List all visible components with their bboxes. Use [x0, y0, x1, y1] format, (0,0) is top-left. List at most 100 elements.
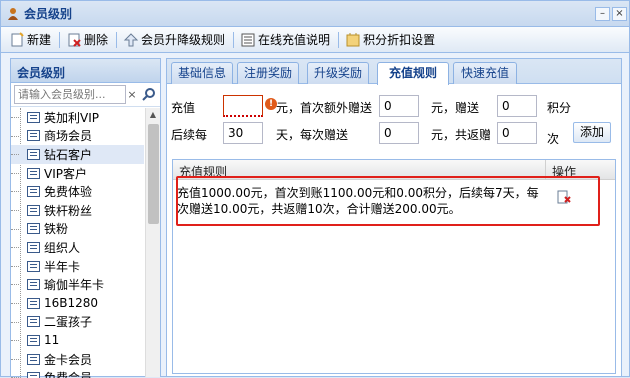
tree-item-label: 钻石客户 [44, 147, 93, 162]
delete-icon [68, 33, 81, 47]
recharge-amount-input[interactable] [223, 95, 263, 117]
recharge-help-label: 在线充值说明 [258, 33, 331, 47]
recharge-label: 充值 [171, 101, 196, 115]
tree-item-selected[interactable]: 钻石客户 [11, 145, 144, 164]
level-icon [27, 111, 40, 123]
tree-item[interactable]: VIP客户 [11, 164, 144, 183]
tab-register-reward[interactable]: 注册奖励 [237, 62, 299, 84]
tree-item-label: 铁粉 [44, 222, 69, 237]
scroll-thumb[interactable] [148, 124, 159, 224]
tree-item-label: 瑜伽半年卡 [44, 278, 105, 293]
first-gift-label: 元，首次额外赠送 [276, 101, 373, 115]
tree-item[interactable]: 免费体验 [11, 182, 144, 201]
tree-item-label: 免费体验 [44, 185, 93, 200]
points-label: 积分 [547, 101, 572, 115]
level-icon [27, 167, 40, 179]
new-icon [11, 31, 24, 46]
upgrade-icon [123, 32, 139, 46]
tree-item-label: 组织人 [44, 240, 81, 255]
upgrade-rule-button[interactable]: 会员升降级规则 [123, 30, 225, 50]
tree-item-label: 二蛋孩子 [44, 315, 93, 330]
toolbar-divider [233, 31, 235, 48]
window-title: 会员级别 [24, 7, 73, 21]
each-gift-input[interactable] [379, 122, 419, 144]
tree-item[interactable]: 组织人 [11, 238, 144, 257]
tab-recharge-rules[interactable]: 充值规则 [377, 62, 449, 85]
points-icon [346, 32, 360, 46]
times-input[interactable] [497, 122, 537, 144]
upgrade-rule-label: 会员升降级规则 [141, 33, 226, 47]
toolbar-divider [116, 31, 118, 48]
tree-item-label: 金卡会员 [44, 352, 93, 367]
tree-connector [11, 247, 19, 249]
level-icon [27, 353, 40, 365]
gift-label: 元，赠送 [431, 101, 480, 115]
level-icon [27, 186, 40, 198]
tree-connector [11, 117, 19, 118]
points-discount-label: 积分折扣设置 [363, 33, 436, 47]
search-row: × [11, 83, 160, 107]
tree-item-label: 英加利VIP [44, 110, 99, 125]
tree-item[interactable]: 金卡会员 [11, 350, 144, 369]
tree-connector [11, 302, 19, 304]
tree-item[interactable]: 英加利VIP [11, 108, 144, 127]
tree-item[interactable]: 11 [11, 331, 144, 350]
tree-item[interactable]: 铁杆粉丝 [11, 201, 144, 220]
level-icon [27, 279, 40, 291]
toolbar-divider [338, 31, 340, 48]
days-input[interactable] [223, 122, 263, 144]
tree-connector [11, 209, 19, 211]
level-icon [27, 223, 40, 235]
tree-item[interactable]: 瑜伽半年卡 [11, 275, 144, 294]
new-button[interactable]: 新建 [9, 30, 51, 50]
tree-item[interactable]: 铁粉 [11, 220, 144, 239]
level-icon [27, 204, 40, 216]
level-tree: 英加利VIP 商场会员 钻石客户 VIP客户 免费体验 铁杆粉丝 铁粉 组织人 … [11, 108, 144, 378]
tree-connector [11, 228, 19, 230]
tab-basic-info[interactable]: 基础信息 [171, 62, 233, 84]
level-icon [27, 334, 40, 346]
level-icon [27, 372, 40, 378]
times-label: 次 [547, 132, 560, 146]
tree-connector [11, 340, 19, 342]
tree-item[interactable]: 半年卡 [11, 257, 144, 276]
level-icon [27, 316, 40, 328]
tree-connector [11, 321, 19, 323]
highlight-box [176, 176, 600, 226]
tree-connector [11, 265, 19, 267]
recharge-help-button[interactable]: 在线充值说明 [240, 30, 330, 50]
tree-connector [11, 172, 19, 174]
app-icon [8, 7, 18, 20]
tree-item-label: 16B1280 [44, 296, 99, 311]
minimize-button[interactable]: – [595, 7, 610, 21]
search-icon[interactable] [141, 87, 157, 103]
tab-quick-recharge[interactable]: 快速充值 [453, 62, 517, 84]
toolbar: 新建 删除 会员升降级规则 在线充值说明 积分折扣设置 [1, 27, 629, 53]
tab-upgrade-reward[interactable]: 升级奖励 [307, 62, 369, 84]
tree-scrollbar[interactable]: ▲ [145, 108, 160, 377]
tab-bar: 基础信息 注册奖励 升级奖励 充值规则 快速充值 [167, 59, 621, 85]
scroll-up-arrow[interactable]: ▲ [146, 108, 160, 122]
total-return-label: 元，共返赠 [431, 128, 492, 142]
close-button[interactable]: × [612, 7, 627, 21]
tree-connector [11, 154, 19, 156]
tree-item-label: 铁杆粉丝 [44, 203, 93, 218]
tree-connector [11, 135, 19, 137]
follow-label: 后续每 [171, 128, 208, 142]
first-gift-input[interactable] [379, 95, 419, 117]
search-input[interactable] [14, 85, 126, 104]
points-input[interactable] [497, 95, 537, 117]
tree-item[interactable]: 商场会员 [11, 127, 144, 146]
tree-item[interactable]: 二蛋孩子 [11, 313, 144, 332]
delete-button[interactable]: 删除 [66, 30, 108, 50]
title-bar: 会员级别 – × [1, 1, 629, 27]
clear-button[interactable]: × [126, 88, 138, 101]
tree-connector [11, 191, 19, 193]
level-icon [27, 241, 40, 253]
add-button[interactable]: 添加 [573, 122, 611, 143]
tree-item[interactable]: 16B1280 [11, 294, 144, 313]
tree-item-label: 半年卡 [44, 259, 81, 274]
each-gift-label: 天，每次赠送 [276, 128, 349, 142]
delete-label: 删除 [84, 33, 109, 47]
points-discount-button[interactable]: 积分折扣设置 [345, 30, 435, 50]
